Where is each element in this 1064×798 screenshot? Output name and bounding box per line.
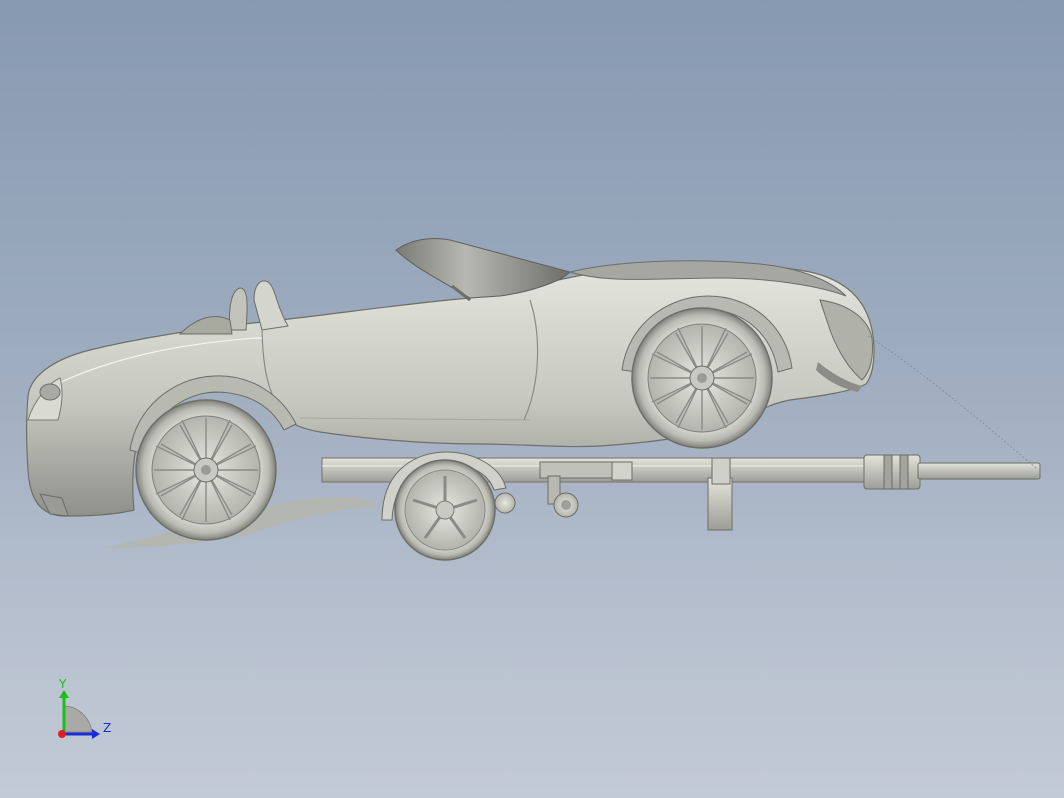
car-trailer-model[interactable] (0, 0, 1064, 798)
cad-3d-viewport[interactable]: Y Z (0, 0, 1064, 798)
trailer-jack (707, 477, 733, 531)
axis-origin (58, 730, 66, 738)
y-axis-label: Y (59, 677, 67, 691)
car-wheel-right (631, 307, 773, 449)
trailer-small-wheel (494, 492, 516, 514)
triad-plane-icon (63, 705, 93, 733)
car-seat-rear (229, 287, 248, 331)
z-axis-label: Z (103, 721, 112, 735)
convertible-car (25, 237, 1037, 541)
axis-triad: Y Z (48, 676, 120, 748)
trailer-wheel (394, 459, 496, 561)
trailer-tongue (917, 462, 1041, 480)
trailer (321, 451, 1041, 561)
car-wheel-left (135, 399, 277, 541)
